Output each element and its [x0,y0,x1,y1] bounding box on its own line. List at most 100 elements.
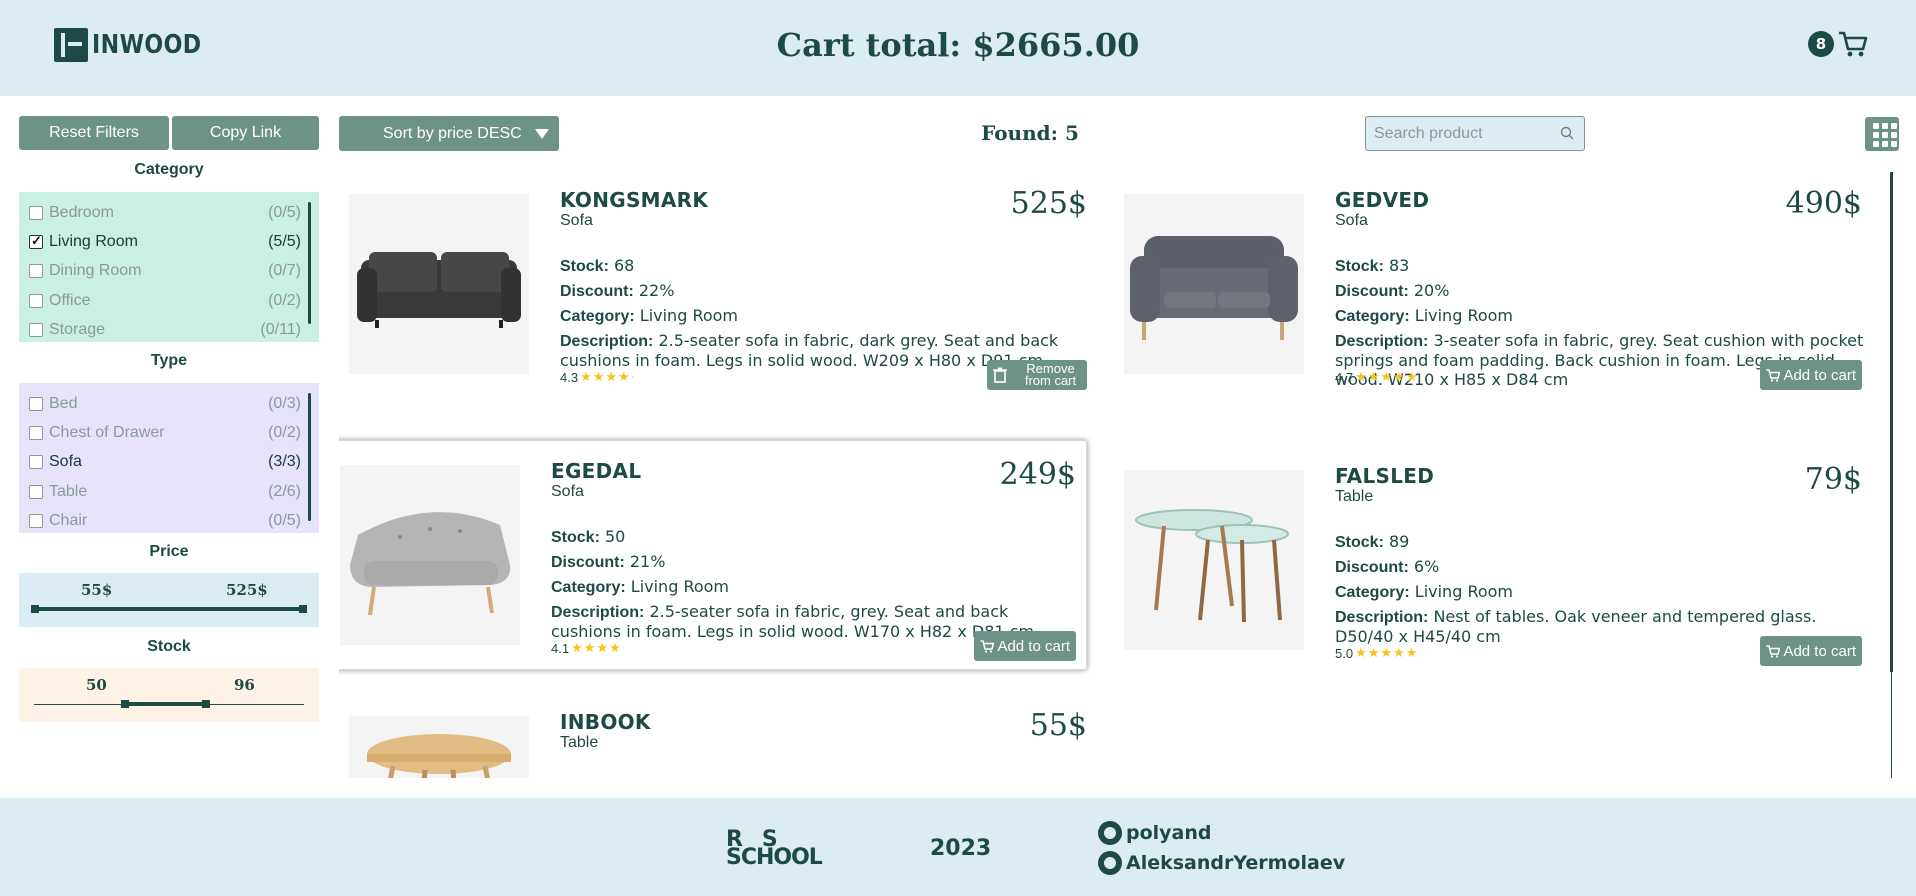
checkbox[interactable] [29,205,43,220]
category-label: Category: [1335,308,1410,325]
type-filter-list[interactable]: Bed (0/3) Chest of Drawer (0/2) Sofa (3/3) Tab… [19,383,319,533]
remove-from-cart-button[interactable]: Remove from cart [987,360,1087,390]
checkbox[interactable] [29,425,43,440]
checkbox[interactable] [29,396,43,411]
stock-min-handle[interactable] [121,700,129,708]
discount-row: Discount: 22% [560,281,1090,301]
stock-row: Stock: 68 [560,256,1090,276]
stock-range-slider[interactable]: 50 96 [19,668,319,722]
category-row: Category: Living Room [1335,582,1865,602]
product-card[interactable]: FALSLED Table 79$ Stock: 89 Discount: 6% Cate… [1114,446,1872,676]
star-icons: ★★★★★ [1355,645,1419,660]
discount-label: Discount: [1335,283,1409,300]
sofa-image[interactable] [340,465,520,645]
discount-value: 22% [638,281,675,300]
price-title: Price [149,543,189,560]
filter-item-type[interactable]: Chest of Drawer (0/2) [29,418,301,447]
stock-label: Stock: [1335,258,1384,275]
product-scrollbar[interactable] [1890,172,1893,672]
filter-item-category[interactable]: Office (0/2) [29,286,301,315]
filter-item-type[interactable]: Chair (0/5) [29,506,301,533]
checkbox[interactable] [29,264,43,279]
filter-label: Sofa [49,453,82,471]
product-rating: 4.3 ★★★★· [560,369,636,385]
filter-item-type[interactable]: Table (2/6) [29,477,301,506]
reset-filters-button[interactable]: Reset Filters [19,116,169,150]
filter-item-type[interactable]: Bed (0/3) [29,389,301,418]
category-filter-list[interactable]: Bedroom (0/5) Living Room (5/5) Dining Room (… [19,192,319,342]
add-to-cart-button[interactable]: Add to cart [1760,636,1862,666]
filter-item-category[interactable]: Living Room (5/5) [29,227,301,256]
rs-school-logo[interactable]: R S SCHOOL [726,829,823,869]
search-icon[interactable] [1560,126,1574,140]
product-name[interactable]: KONGSMARK [560,188,708,212]
product-card[interactable]: EGEDAL Sofa 249$ Stock: 50 Discount: 21% Cate… [339,440,1087,670]
price-range-slider[interactable]: 55$ 525$ [19,573,319,627]
sofa-image[interactable] [349,194,529,374]
product-scrollbar-track [1891,672,1892,778]
cart-total: Cart total: $2665.00 [776,26,1140,64]
filter-label: Bed [49,394,78,412]
type-scrollbar[interactable] [308,393,311,521]
sort-label: Sort by price DESC [383,124,522,142]
checkbox[interactable] [29,293,43,308]
category-label: Category: [560,308,635,325]
product-name[interactable]: GEDVED [1335,188,1429,212]
filter-item-type[interactable]: Sofa (3/3) [29,448,301,477]
price-track [31,605,307,613]
discount-value: 20% [1413,281,1450,300]
table-image[interactable] [1124,470,1304,650]
discount-label: Discount: [1335,559,1409,576]
copy-link-button[interactable]: Copy Link [172,116,319,150]
stock-row: Stock: 89 [1335,532,1865,552]
stock-value: 68 [614,256,635,275]
cart-button[interactable]: 8 [1808,30,1868,58]
rating-value: 4.7 [1335,369,1354,385]
price-track-fill [34,607,304,611]
price-max-handle[interactable] [299,605,307,613]
remove-label: Remove from cart [1024,361,1077,388]
product-name[interactable]: FALSLED [1335,464,1434,488]
checkbox[interactable] [29,513,43,528]
checkbox[interactable] [29,322,43,337]
github-link-polyand[interactable]: polyand [1098,821,1212,845]
product-grid: KONGSMARK Sofa 525$ Stock: 68 Discount: 22% C… [339,170,1899,778]
category-scrollbar[interactable] [308,202,311,324]
price-max-value: 525$ [226,581,268,599]
filter-label: Chest of Drawer [49,423,165,441]
add-to-cart-button[interactable]: Add to cart [974,631,1076,661]
filter-label: Living Room [49,232,138,250]
sofa-image[interactable] [1124,194,1304,374]
product-card[interactable]: GEDVED Sofa 490$ Stock: 83 Discount: 20% Cate… [1114,170,1872,400]
rating-value: 4.3 [560,369,579,385]
checkbox[interactable] [29,455,43,470]
product-card[interactable]: INBOOKTable55$Stock: 96 [339,692,1097,778]
filter-item-category[interactable]: Storage (0/11) [29,315,301,342]
github-icon [1098,851,1122,875]
checkbox[interactable] [29,484,43,499]
product-name[interactable]: EGEDAL [551,459,641,483]
table-image[interactable] [349,716,529,778]
add-to-cart-button[interactable]: Add to cart [1760,360,1862,390]
filter-item-category[interactable]: Bedroom (0/5) [29,198,301,227]
stock-value: 50 [605,527,626,546]
price-min-handle[interactable] [31,605,39,613]
category-value: Living Room [1414,306,1513,325]
filter-count: (5/5) [268,232,301,250]
search-input[interactable] [1365,116,1585,151]
category-row: Category: Living Room [560,306,1090,326]
product-card[interactable]: KONGSMARK Sofa 525$ Stock: 68 Discount: 22% C… [339,170,1097,400]
stock-max-handle[interactable] [201,700,210,708]
filter-label: Dining Room [49,262,142,280]
grid-view-button[interactable] [1865,117,1899,151]
product-name[interactable]: INBOOK [560,710,651,734]
grid-icon [1882,132,1888,138]
filter-item-category[interactable]: Dining Room (0/7) [29,257,301,286]
sort-dropdown[interactable]: Sort by price DESC [339,116,559,151]
github-link-aleksandr[interactable]: AleksandrYermolaev [1098,851,1345,875]
stock-row: Stock: 50 [551,527,1081,547]
discount-row: Discount: 21% [551,552,1081,572]
category-row: Category: Living Room [551,577,1081,597]
cart-icon [1839,31,1868,57]
checkbox[interactable] [29,233,43,249]
